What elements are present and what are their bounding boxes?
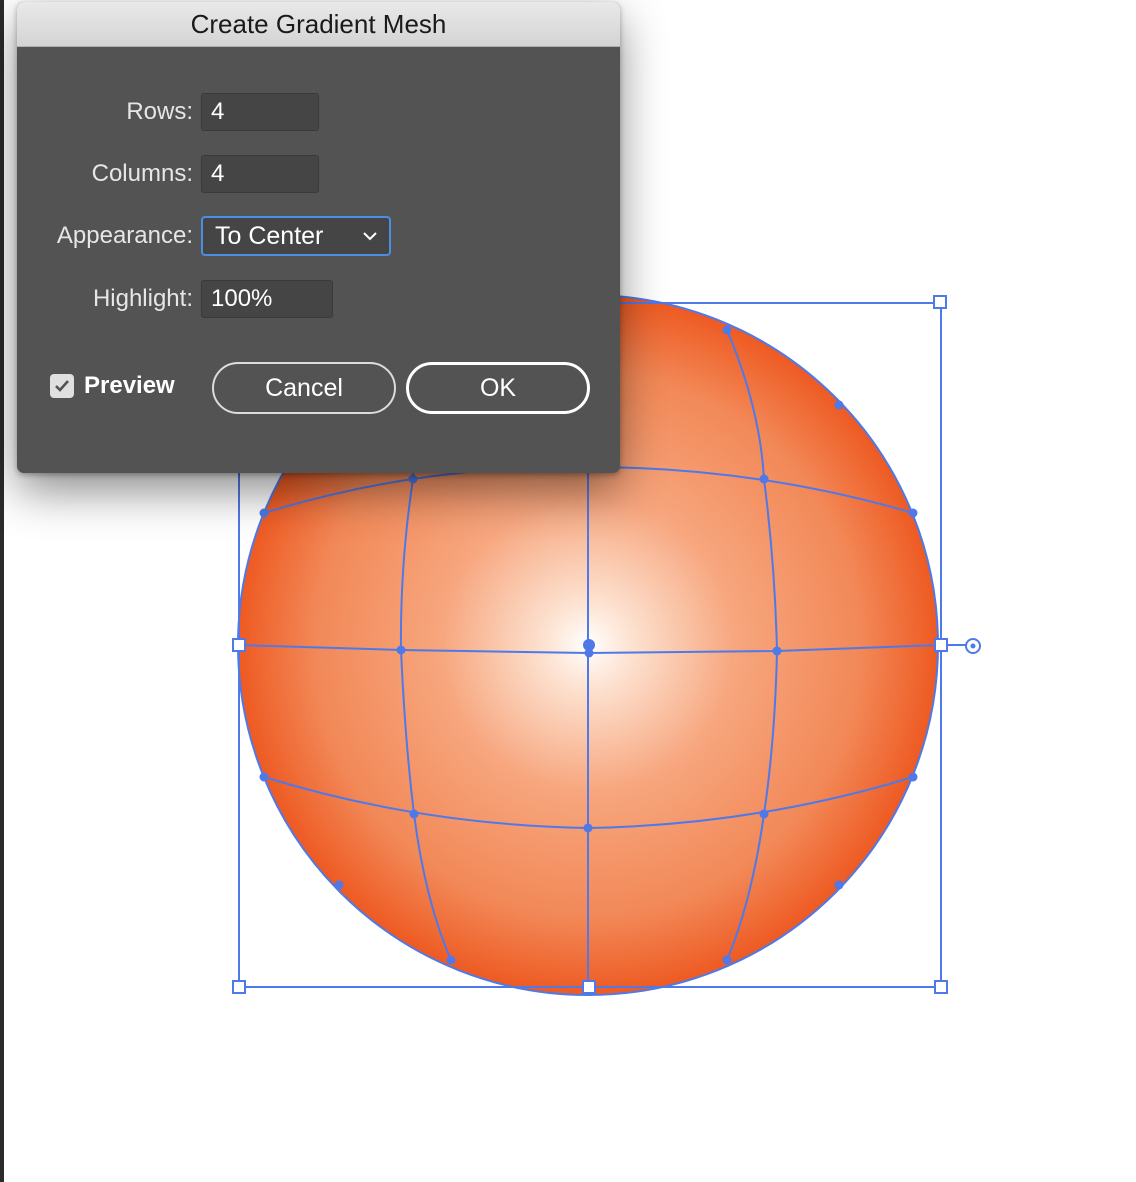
checkmark-icon: [55, 380, 69, 392]
highlight-input[interactable]: 100%: [201, 280, 333, 318]
appearance-value: To Center: [215, 221, 324, 250]
appearance-select[interactable]: To Center: [201, 216, 391, 256]
rows-label: Rows:: [126, 98, 193, 125]
columns-row: Columns: 4: [17, 154, 319, 194]
ok-button[interactable]: OK: [406, 362, 590, 414]
preview-toggle[interactable]: Preview: [50, 372, 175, 400]
preview-label: Preview: [84, 372, 175, 399]
dialog-title: Create Gradient Mesh: [190, 8, 447, 39]
chevron-down-icon: [361, 227, 379, 245]
preview-checkbox[interactable]: [50, 374, 74, 398]
columns-input[interactable]: 4: [201, 155, 319, 193]
highlight-row: Highlight: 100%: [17, 279, 333, 319]
cancel-button[interactable]: Cancel: [212, 362, 396, 414]
rotate-handle-icon[interactable]: [965, 638, 981, 654]
create-gradient-mesh-dialog: Create Gradient Mesh Rows: 4 Columns: 4 …: [17, 2, 620, 473]
appearance-row: Appearance: To Center: [17, 216, 391, 256]
dialog-titlebar[interactable]: Create Gradient Mesh: [17, 2, 620, 47]
highlight-label: Highlight:: [92, 285, 193, 312]
columns-label: Columns:: [91, 160, 193, 187]
rows-input[interactable]: 4: [201, 93, 319, 131]
rows-row: Rows: 4: [17, 92, 319, 132]
appearance-label: Appearance:: [56, 222, 193, 249]
